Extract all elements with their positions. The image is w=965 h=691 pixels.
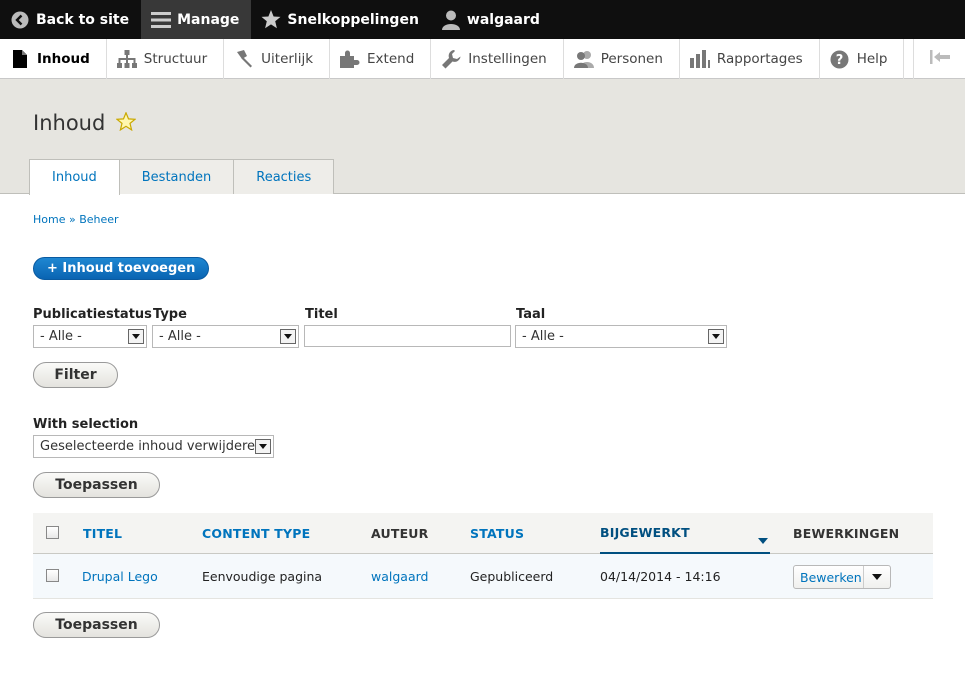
table-row: Drupal Lego Eenvoudige pagina walgaard G…	[33, 554, 933, 599]
shortcuts-tab[interactable]: Snelkoppelingen	[251, 0, 430, 39]
tray-item-structuur[interactable]: Structuur	[107, 39, 225, 79]
back-arrow-icon	[10, 10, 30, 30]
tray-item-inhoud[interactable]: Inhoud	[0, 39, 107, 79]
back-to-site-link[interactable]: Back to site	[0, 0, 141, 39]
tray-item-label: Structuur	[143, 51, 208, 67]
tray-item-personen[interactable]: Personen	[564, 39, 680, 79]
tray-item-label: Help	[856, 51, 888, 67]
select-all-checkbox[interactable]	[46, 526, 59, 539]
user-tab[interactable]: walgaard	[431, 0, 552, 39]
user-icon	[441, 10, 461, 30]
tray-item-label: Rapportages	[716, 51, 803, 67]
breadcrumb-beheer[interactable]: Beheer	[79, 213, 118, 226]
row-updated: 04/14/2014 - 14:16	[600, 569, 721, 584]
language-filter-select[interactable]: - Alle -	[515, 325, 727, 348]
tray-item-label: Uiterlijk	[261, 51, 314, 67]
bulk-action-value: Geselecteerde inhoud verwijderen	[40, 439, 264, 454]
structure-icon	[116, 49, 137, 69]
edit-button[interactable]: Bewerken	[794, 570, 863, 585]
user-label: walgaard	[466, 11, 540, 28]
column-header-updated[interactable]: BIJGEWERKT	[600, 513, 770, 554]
sort-desc-icon	[758, 532, 768, 547]
bar-chart-icon	[689, 49, 710, 69]
language-filter-value: - Alle -	[522, 329, 564, 344]
type-filter-select[interactable]: - Alle -	[152, 325, 299, 348]
breadcrumb-home[interactable]: Home	[33, 213, 65, 226]
tray-item-extend[interactable]: Extend	[330, 39, 432, 79]
column-header-operations: BEWERKINGEN	[793, 526, 900, 541]
file-icon	[10, 49, 30, 69]
wrench-icon	[441, 49, 461, 69]
bulk-action-select[interactable]: Geselecteerde inhoud verwijderen	[33, 435, 274, 458]
page-header: Inhoud Inhoud Bestanden Reacties	[0, 79, 965, 195]
tray-item-label: Instellingen	[468, 51, 547, 67]
column-header-title[interactable]: TITEL	[83, 513, 122, 554]
star-icon	[261, 10, 281, 30]
people-icon	[573, 49, 594, 69]
row-content-type: Eenvoudige pagina	[202, 569, 323, 584]
help-icon: ?	[830, 49, 850, 69]
tray-item-uiterlijk[interactable]: Uiterlijk	[224, 39, 331, 79]
column-header-status[interactable]: STATUS	[470, 513, 524, 554]
bulk-action-label: With selection	[33, 417, 139, 432]
add-content-button[interactable]: + Inhoud toevoegen	[33, 257, 210, 280]
toolbar-tray: Inhoud Structuur Uiterlijk Extend Instel…	[0, 39, 965, 79]
type-filter-label: Type	[153, 307, 187, 322]
back-to-site-label: Back to site	[36, 11, 130, 28]
row-checkbox[interactable]	[46, 569, 59, 582]
collapse-icon	[929, 50, 950, 68]
title-filter-input[interactable]	[304, 325, 511, 347]
tray-item-label: Inhoud	[37, 51, 90, 67]
status-filter-select[interactable]: - Alle -	[33, 325, 147, 348]
tray-item-help[interactable]: ? Help	[820, 39, 905, 79]
title-filter-label: Titel	[305, 307, 338, 322]
toolbar-orientation-toggle[interactable]	[913, 39, 965, 79]
dropbutton-toggle[interactable]	[863, 566, 890, 588]
status-filter-value: - Alle -	[40, 329, 82, 344]
tray-item-label: Extend	[367, 51, 415, 67]
apply-button-bottom[interactable]: Toepassen	[33, 612, 160, 638]
svg-text:?: ?	[836, 53, 844, 68]
breadcrumb-separator: »	[68, 213, 76, 226]
chevron-down-icon	[128, 329, 144, 344]
apply-button-top[interactable]: Toepassen	[33, 472, 160, 498]
chevron-down-icon	[255, 439, 271, 454]
breadcrumb: Home » Beheer	[33, 213, 119, 226]
admin-toolbar: Back to site Manage Snelkoppelingen walg…	[0, 0, 965, 39]
menu-icon	[151, 10, 172, 30]
tab-reacties[interactable]: Reacties	[233, 159, 335, 194]
row-title-link[interactable]: Drupal Lego	[82, 569, 158, 584]
shortcut-star-icon[interactable]	[115, 111, 137, 135]
shortcuts-label: Snelkoppelingen	[287, 11, 419, 28]
column-header-type[interactable]: CONTENT TYPE	[202, 513, 310, 554]
type-filter-value: - Alle -	[159, 329, 201, 344]
page-title: Inhoud	[33, 111, 106, 135]
chevron-down-icon	[280, 329, 296, 344]
status-filter-label: Publicatiestatus	[33, 307, 152, 322]
row-author-link[interactable]: walgaard	[371, 569, 428, 584]
row-operations-dropbutton: Bewerken	[793, 565, 891, 589]
table-header: TITEL CONTENT TYPE AUTEUR STATUS BIJGEWE…	[33, 513, 933, 554]
manage-tab[interactable]: Manage	[141, 0, 252, 39]
filter-button[interactable]: Filter	[33, 362, 118, 388]
tray-item-instellingen[interactable]: Instellingen	[431, 39, 564, 79]
puzzle-icon	[340, 49, 360, 69]
paintbrush-icon	[234, 49, 254, 69]
tab-inhoud[interactable]: Inhoud	[29, 159, 120, 195]
chevron-down-icon	[708, 329, 724, 344]
tray-item-label: Personen	[600, 51, 663, 67]
language-filter-label: Taal	[516, 307, 546, 322]
content-table: TITEL CONTENT TYPE AUTEUR STATUS BIJGEWE…	[33, 513, 933, 599]
tray-item-rapportages[interactable]: Rapportages	[680, 39, 820, 79]
column-header-author: AUTEUR	[371, 526, 429, 541]
column-header-updated-label: BIJGEWERKT	[600, 525, 690, 540]
primary-tabs: Inhoud Bestanden Reacties	[29, 159, 335, 195]
row-status: Gepubliceerd	[470, 569, 554, 584]
tab-bestanden[interactable]: Bestanden	[118, 159, 235, 194]
manage-label: Manage	[177, 11, 240, 28]
